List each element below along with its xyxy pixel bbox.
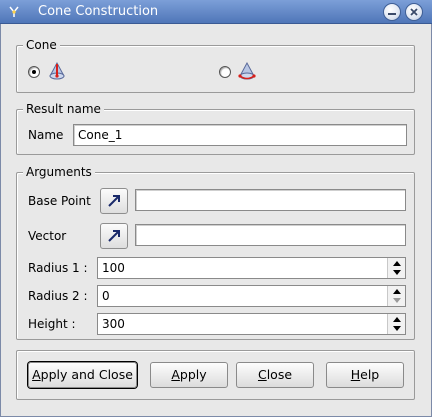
apply-and-close-button[interactable]: Apply and Close xyxy=(28,362,137,388)
cone-option-1-radio[interactable] xyxy=(28,66,40,78)
radius1-value[interactable]: 100 xyxy=(102,260,125,276)
geometry-icon[interactable] xyxy=(6,4,22,20)
radius2-label: Radius 2 : xyxy=(28,289,88,303)
cone-option-2-radio[interactable] xyxy=(219,66,231,78)
radius2-value[interactable]: 0 xyxy=(102,288,110,304)
vector-field[interactable] xyxy=(135,224,406,246)
base-point-field[interactable] xyxy=(135,189,406,211)
radius1-label: Radius 1 : xyxy=(28,261,88,275)
arguments-legend: Arguments xyxy=(23,165,95,179)
help-button[interactable]: Help xyxy=(326,362,404,388)
result-name-group: Result name Name Cone_1 xyxy=(16,102,415,155)
select-arrow-icon xyxy=(108,230,120,242)
name-field[interactable]: Cone_1 xyxy=(73,124,407,146)
minimize-icon[interactable] xyxy=(383,3,401,21)
vector-label: Vector xyxy=(28,229,67,243)
vector-select-button[interactable] xyxy=(100,223,128,249)
height-value[interactable]: 300 xyxy=(102,316,125,332)
title-bar[interactable]: Cone Construction xyxy=(0,0,432,24)
result-name-legend: Result name xyxy=(23,102,104,116)
name-label: Name xyxy=(28,128,64,142)
window-title: Cone Construction xyxy=(38,4,159,19)
base-point-label: Base Point xyxy=(28,194,91,208)
radius1-spinbox[interactable]: 100 xyxy=(97,257,406,279)
base-point-select-button[interactable] xyxy=(100,188,128,214)
radius2-stepper[interactable] xyxy=(387,286,405,306)
cone-by-plane-icon xyxy=(236,60,258,82)
cone-group-legend: Cone xyxy=(23,38,60,52)
height-stepper[interactable] xyxy=(387,314,405,334)
cone-group: Cone xyxy=(16,38,415,93)
cone-by-point-vector-icon xyxy=(46,60,68,82)
apply-button[interactable]: Apply xyxy=(150,362,228,388)
height-label: Height : xyxy=(28,317,76,331)
close-button[interactable]: Close xyxy=(236,362,314,388)
buttons-group: Apply and Close Apply Close Help xyxy=(16,350,415,400)
radius1-stepper[interactable] xyxy=(387,258,405,278)
select-arrow-icon xyxy=(108,195,120,207)
close-icon[interactable] xyxy=(405,3,423,21)
arguments-group: Arguments Base Point Vector Radius 1 : 1… xyxy=(16,165,415,340)
radius2-spinbox[interactable]: 0 xyxy=(97,285,406,307)
radio-selected-dot xyxy=(32,70,36,74)
height-spinbox[interactable]: 300 xyxy=(97,313,406,335)
